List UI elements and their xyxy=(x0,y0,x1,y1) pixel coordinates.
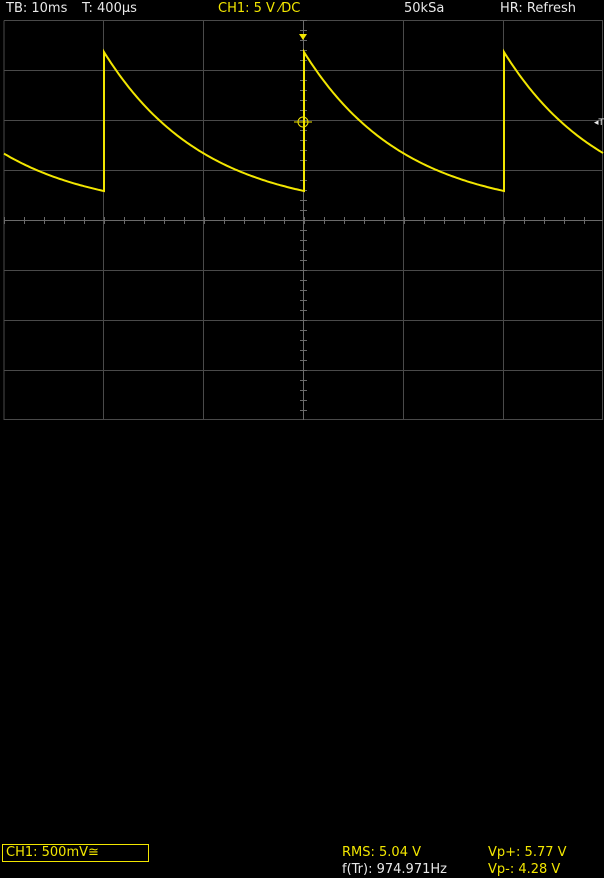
channel-scale-readout: CH1: 500mV≅ xyxy=(6,845,99,860)
frequency-measurement: f(Tr): 974.971Hz xyxy=(342,862,447,877)
trigger-time-readout[interactable]: T: 400µs xyxy=(82,1,137,17)
trigger-level-marker[interactable]: ◂T xyxy=(594,118,604,128)
status-bar-top: TB: 10ms T: 400µs CH1: 5 V ⁄DC 50kSa HR:… xyxy=(0,0,604,20)
rms-measurement: RMS: 5.04 V xyxy=(342,845,421,860)
vp-minus-measurement: Vp-: 4.28 V xyxy=(488,862,561,877)
vp-plus-measurement: Vp+: 5.77 V xyxy=(488,845,567,860)
acquisition-mode-readout[interactable]: HR: Refresh xyxy=(500,1,576,17)
channel-setting-readout[interactable]: CH1: 5 V ⁄DC xyxy=(218,1,300,17)
sample-rate-readout[interactable]: 50kSa xyxy=(404,1,444,17)
status-bar-bottom: CH1: 500mV≅ RMS: 5.04 V f(Tr): 974.971Hz… xyxy=(0,420,604,877)
timebase-readout[interactable]: TB: 10ms xyxy=(6,1,67,17)
waveform-display: ◂T xyxy=(3,20,604,420)
